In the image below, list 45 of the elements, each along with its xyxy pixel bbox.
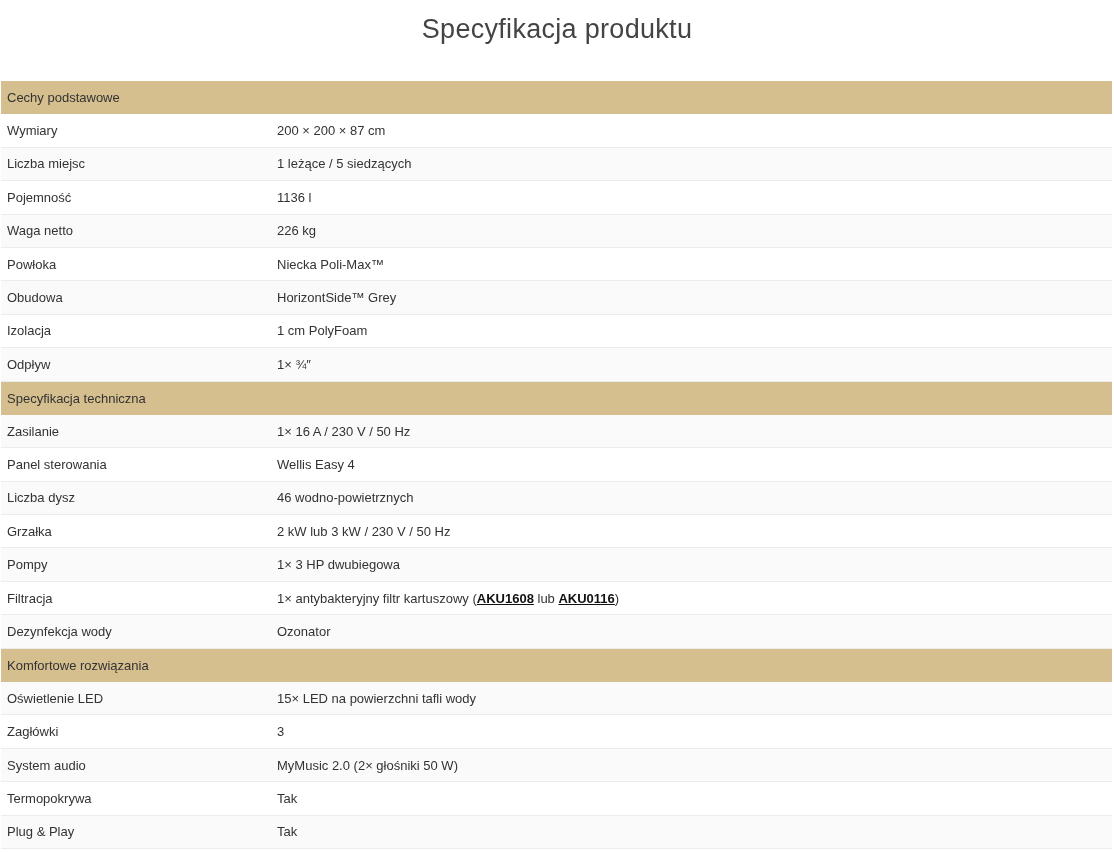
spec-label: Liczba dysz [6,490,76,506]
spec-label: Panel sterowania [6,457,108,472]
spec-value: HorizontSide™ Grey [276,290,398,306]
spec-value: 1× ¾″ [276,356,312,372]
spec-label: Filtracja [6,590,54,606]
spec-value: 1× antybakteryjny filtr kartuszowy (AKU1608 lub AKU0116) [276,590,621,606]
spec-label: Obudowa [6,290,64,306]
spec-label: Grzałka [6,523,53,539]
spec-label: Pojemność [6,189,73,205]
spec-value: Tak [276,824,299,840]
spec-label: Odpływ [6,356,52,372]
spec-value: 1× 16 A / 230 V / 50 Hz [276,423,412,439]
section-header: Specyfikacja techniczna [1,381,1112,415]
page-title: Specyfikacja produktu [420,13,694,46]
spec-value: Wellis Easy 4 [276,457,356,472]
spec-value: 46 wodno-powietrznych [276,490,415,506]
spec-label: Zasilanie [6,423,61,439]
spec-value: 1 cm PolyFoam [276,323,369,339]
spec-label: Oświetlenie LED [6,690,105,706]
product-link[interactable]: AKU0116 [558,590,615,606]
spec-value: 2 kW lub 3 kW / 230 V / 50 Hz [276,523,452,539]
spec-label: Izolacja [6,323,53,339]
spec-value: 3 [276,724,286,740]
spec-label: Dezynfekcja wody [6,623,113,639]
spec-label: Powłoka [6,256,58,272]
spec-value: Niecka Poli-Max™ [276,256,385,272]
spec-label: Waga netto [6,223,74,239]
spec-label: Wymiary [6,123,59,139]
section-header: Cechy podstawowe [1,81,1112,115]
spec-value: MyMusic 2.0 (2× głośniki 50 W) [276,757,459,773]
spec-value: Ozonator [276,623,332,639]
spec-value: 1136 l [276,189,313,205]
spec-value: 15× LED na powierzchni tafli wody [276,690,478,706]
spec-label: Plug & Play [6,824,76,840]
spec-value: 226 kg [276,223,318,239]
spec-label: Zagłówki [6,724,60,740]
section-header: Komfortowe rozwiązania [1,648,1112,683]
spec-value: 1 leżące / 5 siedzących [276,156,413,172]
spec-label: Liczba miejsc [6,156,87,172]
spec-value: 1× 3 HP dwubiegowa [276,557,401,573]
spec-label: System audio [6,757,87,773]
spec-value: 200 × 200 × 87 cm [276,123,387,139]
spec-label: Termopokrywa [6,790,93,806]
spec-label: Pompy [6,557,49,573]
spec-value: Tak [276,790,299,806]
